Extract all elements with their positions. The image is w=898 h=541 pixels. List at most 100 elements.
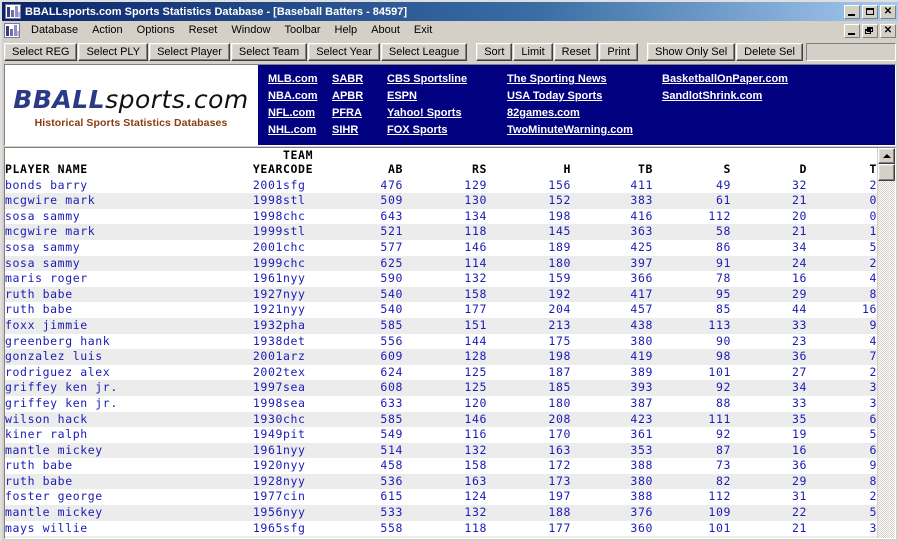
table-row[interactable]: greenberg hank1938det5561441753809023458…	[5, 334, 877, 350]
mdi-minimize-button[interactable]	[844, 24, 860, 38]
menu-item-exit[interactable]: Exit	[407, 22, 439, 39]
maximize-button[interactable]	[862, 5, 878, 19]
column-header-d[interactable]: D	[731, 162, 807, 178]
cell-year: 1932	[205, 318, 283, 334]
link-sandlotshrink[interactable]: SandlotShrink.com	[662, 88, 788, 105]
cell-team-code: nyy	[283, 302, 313, 318]
link-espn[interactable]: ESPN	[387, 88, 507, 105]
table-row[interactable]: mcgwire mark1999stl521118145363582116514…	[5, 224, 877, 240]
table-row[interactable]: foster george1977cin61512419738811231252…	[5, 489, 877, 505]
cell-player-name: foxx jimmie	[5, 318, 205, 334]
link-usa-today-sports[interactable]: USA Today Sports	[507, 88, 662, 105]
link-mlb[interactable]: MLB.com	[268, 71, 332, 88]
table-row[interactable]: mcgwire mark1996oak423104132309592105211…	[5, 536, 877, 538]
select-team-button[interactable]: Select Team	[231, 43, 307, 61]
table-row[interactable]: wilson hack1930chc5851462084231113565619…	[5, 412, 877, 428]
table-row[interactable]: foxx jimmie1932pha5851512134381133395816…	[5, 318, 877, 334]
menu-item-help[interactable]: Help	[328, 22, 365, 39]
cell-tb: 366	[571, 271, 653, 287]
cell-rs: 104	[403, 536, 487, 538]
table-row[interactable]: maris roger1961nyy5901321593667816461142…	[5, 271, 877, 287]
cell-rs: 128	[403, 349, 487, 365]
table-row[interactable]: mantle mickey1961nyy51413216335387166541…	[5, 443, 877, 459]
menu-item-action[interactable]: Action	[85, 22, 130, 39]
menu-item-window[interactable]: Window	[224, 22, 277, 39]
column-header-team-code[interactable]: CODE	[283, 162, 313, 178]
header-top-blank-4	[403, 148, 487, 162]
close-button[interactable]: ✕	[880, 5, 896, 19]
menu-item-toolbar[interactable]: Toolbar	[277, 22, 327, 39]
table-row[interactable]: sosa sammy1999chc6251141803979124263141.	[5, 256, 877, 272]
table-row[interactable]: mantle mickey1956nyy53313218837610922552…	[5, 505, 877, 521]
table-row[interactable]: gonzalez luis2001arz60912819841998367571…	[5, 349, 877, 365]
column-header-year[interactable]: YEAR	[205, 162, 283, 178]
reset-button[interactable]: Reset	[554, 43, 599, 61]
cell-year: 1928	[205, 474, 283, 490]
menu-item-database[interactable]: Database	[24, 22, 85, 39]
scroll-thumb[interactable]	[878, 164, 895, 181]
mdi-close-button[interactable]: ✕	[880, 24, 896, 38]
table-row[interactable]: griffey ken jr.1998sea633120180387883335…	[5, 396, 877, 412]
table-row[interactable]: mays willie1965sfg5581181773601012135211…	[5, 521, 877, 537]
limit-button[interactable]: Limit	[513, 43, 552, 61]
table-row[interactable]: bonds barry2001sfg4761291564114932273137…	[5, 178, 877, 194]
toolbar-status-field[interactable]	[806, 43, 896, 61]
column-header-t[interactable]: T	[807, 162, 877, 178]
link-the-sporting-news[interactable]: The Sporting News	[507, 71, 662, 88]
data-grid-viewport[interactable]: TEAM PLAYER NAME YEAR	[5, 148, 877, 538]
select-league-button[interactable]: Select League	[381, 43, 467, 61]
select-reg-button[interactable]: Select REG	[4, 43, 77, 61]
table-row[interactable]: griffey ken jr.1997sea608125185393923435…	[5, 380, 877, 396]
table-row[interactable]: ruth babe1920nyy4581581723887336954137.	[5, 458, 877, 474]
mdi-restore-button[interactable]	[862, 24, 878, 38]
link-apbr[interactable]: APBR	[332, 88, 387, 105]
scroll-track[interactable]	[878, 181, 895, 538]
table-row[interactable]: ruth babe1927nyy5401581924179529860164.	[5, 287, 877, 303]
link-nba[interactable]: NBA.com	[268, 88, 332, 105]
link-nhl[interactable]: NHL.com	[268, 122, 332, 139]
table-row[interactable]: ruth babe1928nyy5361631733808229854142.	[5, 474, 877, 490]
cell-ab: 633	[313, 396, 403, 412]
column-header-tb[interactable]: TB	[571, 162, 653, 178]
show-only-sel-button[interactable]: Show Only Sel	[647, 43, 735, 61]
link-sabr[interactable]: SABR	[332, 71, 387, 88]
table-row[interactable]: kiner ralph1949pit5491161703619219554127…	[5, 427, 877, 443]
link-basketballonpaper[interactable]: BasketballOnPaper.com	[662, 71, 788, 88]
link-cbs-sportsline[interactable]: CBS Sportsline	[387, 71, 507, 88]
column-header-player-name[interactable]: PLAYER NAME	[5, 162, 205, 178]
link-82games[interactable]: 82games.com	[507, 105, 662, 122]
table-row[interactable]: ruth babe1921nyy54017720445785441659171.	[5, 302, 877, 318]
column-header-ab[interactable]: AB	[313, 162, 403, 178]
cell-year: 1921	[205, 302, 283, 318]
print-button[interactable]: Print	[599, 43, 638, 61]
cell-team-code: sea	[283, 396, 313, 412]
menu-item-about[interactable]: About	[364, 22, 407, 39]
link-pfra[interactable]: PFRA	[332, 105, 387, 122]
link-nfl[interactable]: NFL.com	[268, 105, 332, 122]
table-row[interactable]: rodriguez alex2002tex6241251873891012725…	[5, 365, 877, 381]
table-row[interactable]: sosa sammy2001chc5771461894258634564160.	[5, 240, 877, 256]
cell-tb: 309	[571, 536, 653, 538]
table-row[interactable]: mcgwire mark1998stl509130152383612107014…	[5, 193, 877, 209]
link-fox-sports[interactable]: FOX Sports	[387, 122, 507, 139]
link-twominutewarning[interactable]: TwoMinuteWarning.com	[507, 122, 662, 139]
select-player-button[interactable]: Select Player	[149, 43, 230, 61]
column-header-h[interactable]: H	[487, 162, 571, 178]
column-header-s[interactable]: S	[653, 162, 731, 178]
scroll-up-icon[interactable]	[878, 148, 895, 164]
delete-sel-button[interactable]: Delete Sel	[736, 43, 803, 61]
menu-item-reset[interactable]: Reset	[182, 22, 225, 39]
menu-bar: Database Action Options Reset Window Too…	[2, 21, 898, 41]
select-ply-button[interactable]: Select PLY	[78, 43, 148, 61]
select-year-button[interactable]: Select Year	[308, 43, 380, 61]
link-yahoo-sports[interactable]: Yahoo! Sports	[387, 105, 507, 122]
vertical-scrollbar[interactable]	[877, 148, 895, 538]
column-header-rs[interactable]: RS	[403, 162, 487, 178]
minimize-button[interactable]	[844, 5, 860, 19]
cell-rs: 125	[403, 380, 487, 396]
table-row[interactable]: sosa sammy1998chc64313419841611220066158…	[5, 209, 877, 225]
cell-rs: 116	[403, 427, 487, 443]
menu-item-options[interactable]: Options	[130, 22, 182, 39]
sort-button[interactable]: Sort	[476, 43, 512, 61]
link-sihr[interactable]: SIHR	[332, 122, 387, 139]
